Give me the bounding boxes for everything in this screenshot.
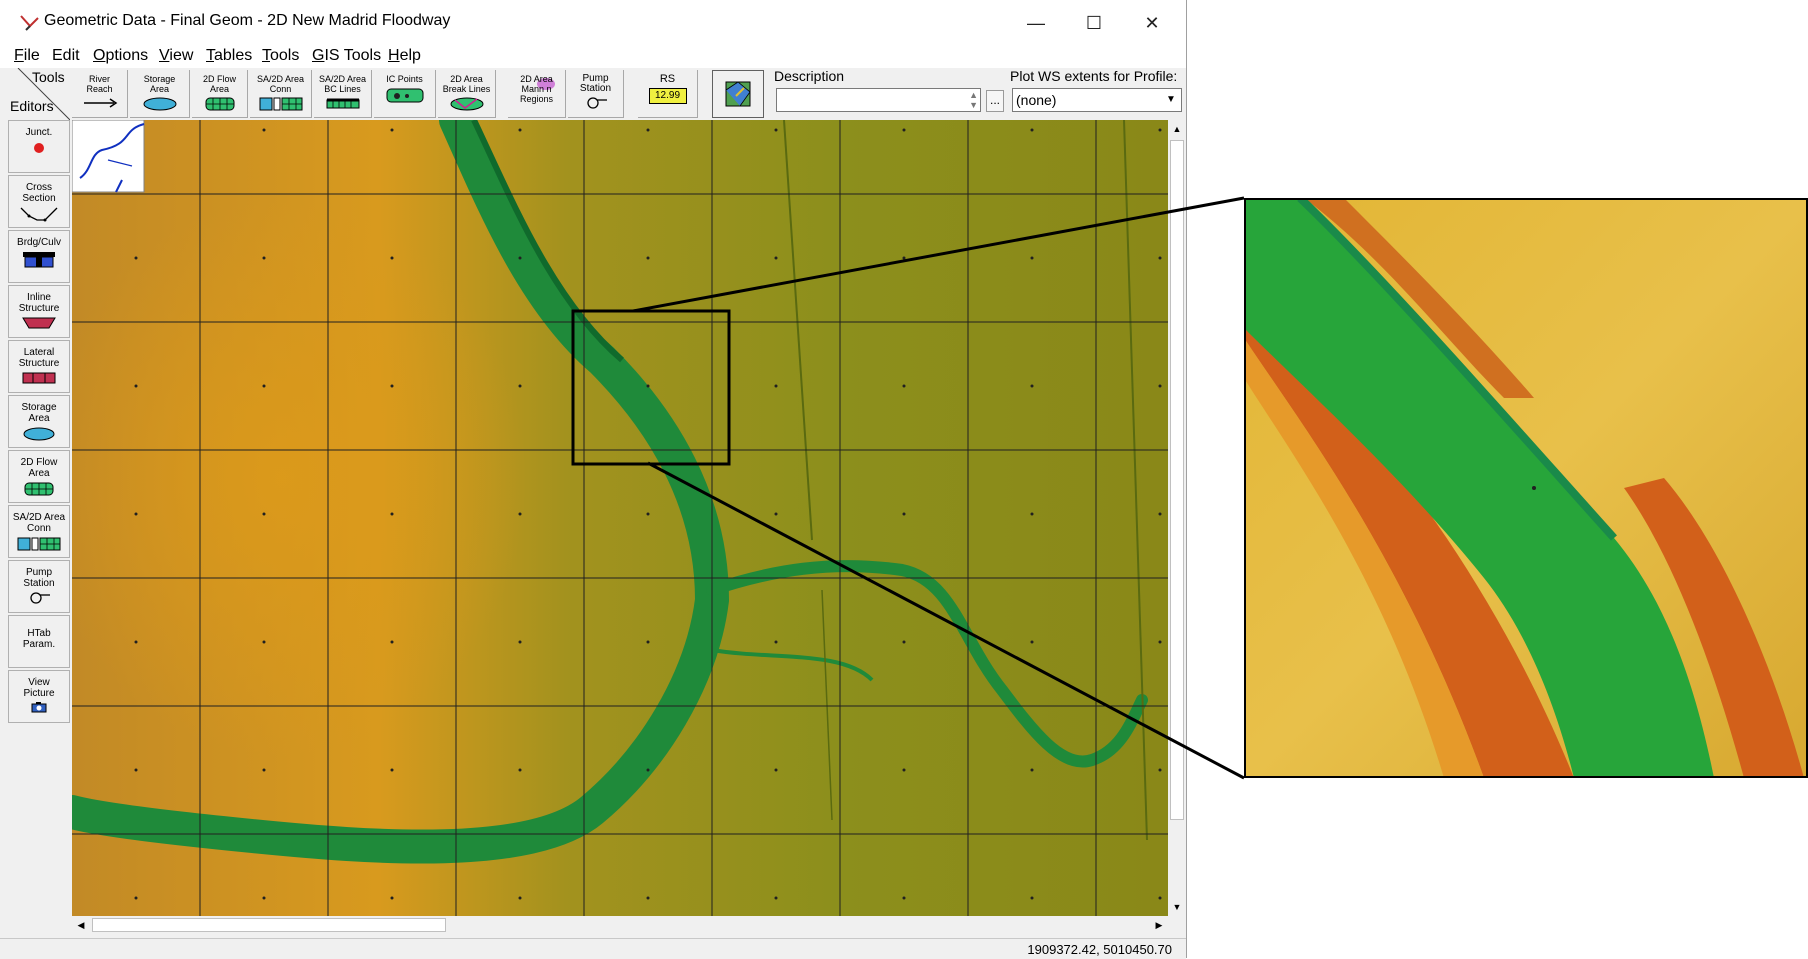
zoom-terrain [1244,198,1808,778]
zoom-detail-panel [1244,198,1808,778]
zoom-cell-center [1532,486,1536,490]
